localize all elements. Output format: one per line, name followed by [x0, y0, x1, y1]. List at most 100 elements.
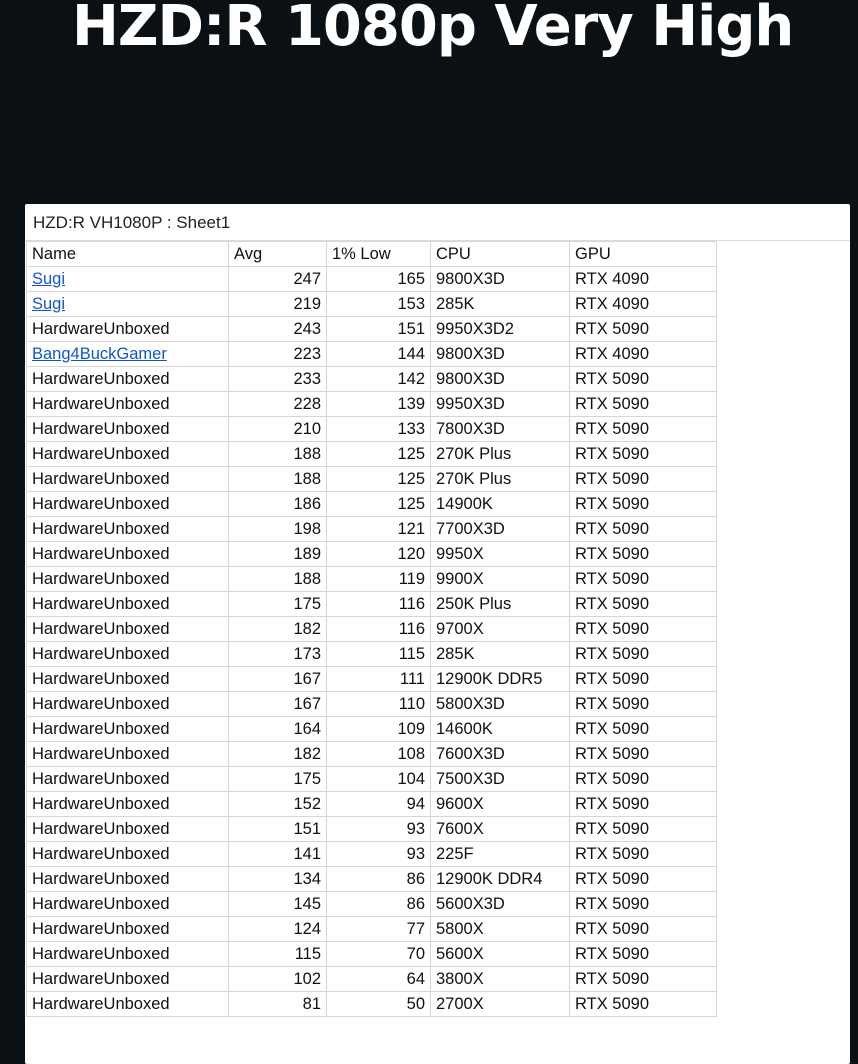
table-row: Sugi 219 153 285K RTX 4090: [26, 291, 717, 317]
table-row: HardwareUnboxed 134 86 12900K DDR4 RTX 5090: [26, 866, 717, 892]
cell-gpu: RTX 5090: [569, 491, 717, 517]
cell-cpu: 7600X3D: [430, 741, 570, 767]
column-header-cpu: CPU: [430, 241, 570, 267]
cell-name: HardwareUnboxed: [26, 591, 229, 617]
table-row: HardwareUnboxed 81 50 2700X RTX 5090: [26, 991, 717, 1017]
cell-gpu: RTX 5090: [569, 991, 717, 1017]
cell-gpu: RTX 5090: [569, 691, 717, 717]
cell-avg: 145: [228, 891, 327, 917]
cell-name: HardwareUnboxed: [26, 416, 229, 442]
cell-avg: 223: [228, 341, 327, 367]
table-row: HardwareUnboxed 228 139 9950X3D RTX 5090: [26, 391, 717, 417]
cell-avg: 152: [228, 791, 327, 817]
table-row: HardwareUnboxed 186 125 14900K RTX 5090: [26, 491, 717, 517]
cell-cpu: 9800X3D: [430, 266, 570, 292]
cell-cpu: 9600X: [430, 791, 570, 817]
cell-avg: 219: [228, 291, 327, 317]
name-link[interactable]: Sugi: [32, 295, 65, 313]
table-header-row: Name Avg 1% Low CPU GPU: [26, 241, 717, 267]
table-row: HardwareUnboxed 210 133 7800X3D RTX 5090: [26, 416, 717, 442]
cell-gpu: RTX 5090: [569, 666, 717, 692]
table-row: HardwareUnboxed 145 86 5600X3D RTX 5090: [26, 891, 717, 917]
cell-gpu: RTX 5090: [569, 716, 717, 742]
cell-gpu: RTX 4090: [569, 266, 717, 292]
cell-1-low: 121: [326, 516, 431, 542]
cell-name: HardwareUnboxed: [26, 516, 229, 542]
cell-cpu: 7800X3D: [430, 416, 570, 442]
cell-name: HardwareUnboxed: [26, 866, 229, 892]
cell-1-low: 151: [326, 316, 431, 342]
cell-1-low: 111: [326, 666, 431, 692]
cell-avg: 134: [228, 866, 327, 892]
cell-avg: 167: [228, 691, 327, 717]
table-row: HardwareUnboxed 189 120 9950X RTX 5090: [26, 541, 717, 567]
cell-1-low: 93: [326, 816, 431, 842]
cell-name: HardwareUnboxed: [26, 816, 229, 842]
cell-gpu: RTX 5090: [569, 841, 717, 867]
cell-name: HardwareUnboxed: [26, 391, 229, 417]
cell-name: Sugi: [26, 291, 229, 317]
cell-name: HardwareUnboxed: [26, 716, 229, 742]
cell-1-low: 94: [326, 791, 431, 817]
cell-cpu: 5600X: [430, 941, 570, 967]
cell-name: HardwareUnboxed: [26, 766, 229, 792]
table-row: HardwareUnboxed 182 116 9700X RTX 5090: [26, 616, 717, 642]
cell-cpu: 2700X: [430, 991, 570, 1017]
cell-gpu: RTX 5090: [569, 891, 717, 917]
cell-gpu: RTX 5090: [569, 641, 717, 667]
cell-name: HardwareUnboxed: [26, 616, 229, 642]
cell-avg: 188: [228, 566, 327, 592]
cell-avg: 189: [228, 541, 327, 567]
cell-name: HardwareUnboxed: [26, 916, 229, 942]
table-row: HardwareUnboxed 115 70 5600X RTX 5090: [26, 941, 717, 967]
cell-name: HardwareUnboxed: [26, 441, 229, 467]
column-header-gpu: GPU: [569, 241, 717, 267]
cell-gpu: RTX 5090: [569, 366, 717, 392]
cell-cpu: 270K Plus: [430, 441, 570, 467]
cell-avg: 182: [228, 616, 327, 642]
cell-gpu: RTX 4090: [569, 291, 717, 317]
cell-avg: 124: [228, 916, 327, 942]
cell-gpu: RTX 5090: [569, 966, 717, 992]
cell-name: HardwareUnboxed: [26, 691, 229, 717]
table-row: HardwareUnboxed 188 119 9900X RTX 5090: [26, 566, 717, 592]
cell-gpu: RTX 5090: [569, 916, 717, 942]
cell-avg: 182: [228, 741, 327, 767]
column-header-1-low: 1% Low: [326, 241, 431, 267]
name-link[interactable]: Sugi: [32, 270, 65, 288]
cell-name: HardwareUnboxed: [26, 891, 229, 917]
cell-gpu: RTX 5090: [569, 591, 717, 617]
cell-name: HardwareUnboxed: [26, 316, 229, 342]
name-link[interactable]: Bang4BuckGamer: [32, 345, 167, 363]
cell-cpu: 3800X: [430, 966, 570, 992]
cell-1-low: 108: [326, 741, 431, 767]
table-row: HardwareUnboxed 188 125 270K Plus RTX 5090: [26, 466, 717, 492]
table-row: HardwareUnboxed 164 109 14600K RTX 5090: [26, 716, 717, 742]
cell-1-low: 165: [326, 266, 431, 292]
table-row: HardwareUnboxed 124 77 5800X RTX 5090: [26, 916, 717, 942]
cell-1-low: 144: [326, 341, 431, 367]
cell-cpu: 9700X: [430, 616, 570, 642]
table-row: Sugi 247 165 9800X3D RTX 4090: [26, 266, 717, 292]
cell-1-low: 142: [326, 366, 431, 392]
cell-gpu: RTX 5090: [569, 866, 717, 892]
sheet-header: HZD:R VH1080P : Sheet1: [25, 204, 850, 241]
column-header-avg: Avg: [228, 241, 327, 267]
cell-avg: 175: [228, 766, 327, 792]
cell-1-low: 104: [326, 766, 431, 792]
table-row: HardwareUnboxed 152 94 9600X RTX 5090: [26, 791, 717, 817]
cell-name: HardwareUnboxed: [26, 641, 229, 667]
cell-cpu: 7500X3D: [430, 766, 570, 792]
cell-avg: 115: [228, 941, 327, 967]
cell-cpu: 9950X: [430, 541, 570, 567]
cell-1-low: 116: [326, 591, 431, 617]
cell-name: Bang4BuckGamer: [26, 341, 229, 367]
cell-1-low: 133: [326, 416, 431, 442]
cell-1-low: 64: [326, 966, 431, 992]
cell-avg: 233: [228, 366, 327, 392]
cell-gpu: RTX 5090: [569, 566, 717, 592]
results-table: Name Avg 1% Low CPU GPU Sugi 247 165 9800X3…: [26, 241, 717, 1017]
cell-avg: 167: [228, 666, 327, 692]
cell-1-low: 50: [326, 991, 431, 1017]
cell-1-low: 119: [326, 566, 431, 592]
